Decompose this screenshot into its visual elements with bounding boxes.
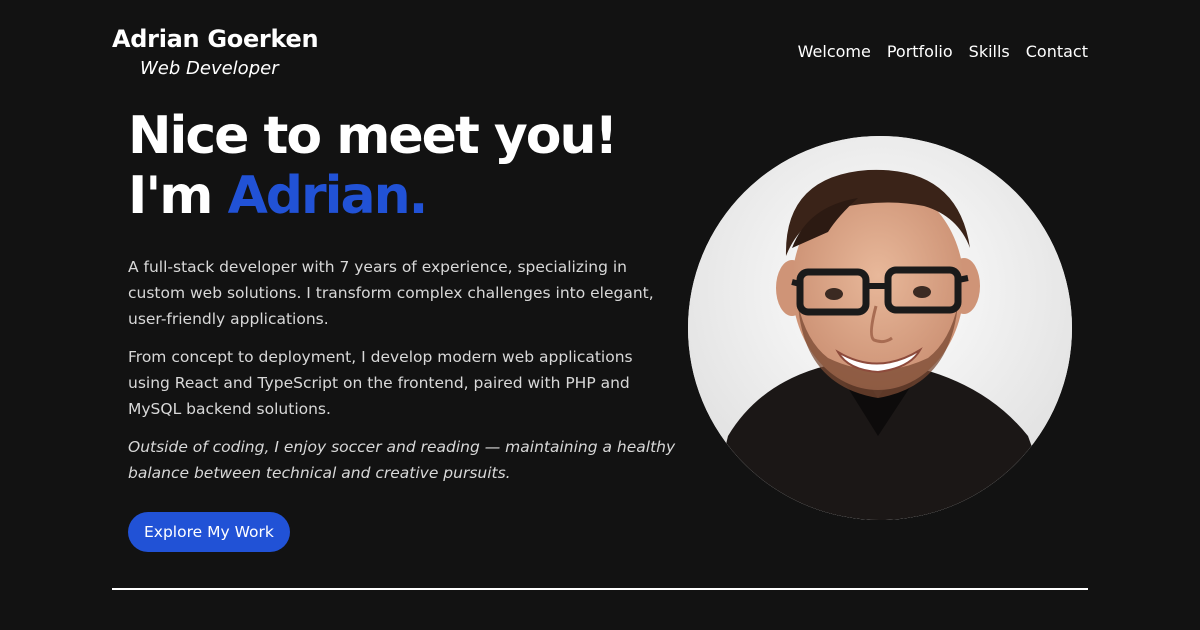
section-divider (112, 588, 1088, 590)
hobbies-paragraph: Outside of coding, I enjoy soccer and re… (128, 438, 676, 482)
explore-work-button[interactable]: Explore My Work (128, 512, 290, 552)
main-nav: Welcome Portfolio Skills Contact (798, 40, 1088, 64)
nav-item-contact[interactable]: Contact (1026, 40, 1088, 64)
stack-paragraph: From concept to deployment, I develop mo… (128, 348, 633, 418)
brand-name: Adrian Goerken (112, 25, 319, 53)
headline-name: Adrian. (227, 166, 429, 226)
brand-role: Web Developer (140, 58, 279, 79)
nav-item-portfolio[interactable]: Portfolio (887, 40, 953, 64)
intro-paragraph: A full-stack developer with 7 years of e… (128, 258, 654, 328)
profile-photo (688, 136, 1072, 520)
person-photo-icon (688, 136, 1072, 520)
nav-item-skills[interactable]: Skills (969, 40, 1010, 64)
hero-headline: Nice to meet you! I'm Adrian. (128, 106, 678, 226)
brand[interactable]: Adrian Goerken Web Developer (112, 22, 319, 82)
hero-section: Nice to meet you! I'm Adrian. A full-sta… (128, 106, 678, 552)
headline-line1: Nice to meet you! (128, 106, 618, 166)
headline-prefix: I'm (128, 166, 228, 226)
page: Adrian Goerken Web Developer Welcome Por… (0, 0, 1200, 630)
nav-item-welcome[interactable]: Welcome (798, 40, 871, 64)
